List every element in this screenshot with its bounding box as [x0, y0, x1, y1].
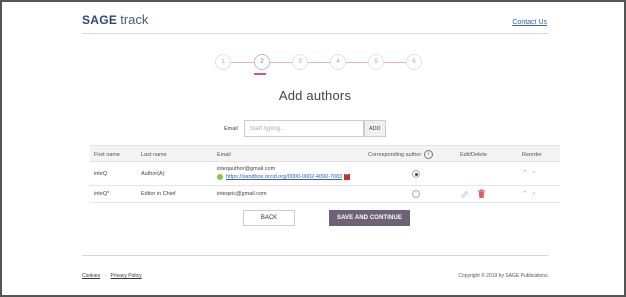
step-3[interactable]: 3 — [292, 54, 308, 70]
page-title: Add authors — [278, 88, 352, 103]
email-label: Email — [224, 125, 238, 132]
edit-icon[interactable] — [460, 190, 469, 199]
orcid-link[interactable]: https://sandbox.orcid.org/0000-0002-4090… — [226, 174, 342, 180]
step-connector — [231, 62, 254, 63]
header-corresponding-label: Corresponding author — [368, 151, 422, 158]
email-search-row: Email ADD — [224, 120, 386, 137]
cell-email: inteqeic@gmail.com — [217, 191, 267, 197]
corresponding-author-radio[interactable] — [412, 170, 420, 178]
authors-table: First name Last name Email Corresponding… — [90, 145, 560, 203]
privacy-policy-link[interactable]: Privacy Policy — [111, 273, 142, 279]
footer: Cookies · Privacy Policy Copyright © 201… — [82, 255, 549, 285]
move-down-icon[interactable]: ⌄ — [531, 188, 537, 196]
footer-links: Cookies · Privacy Policy — [82, 273, 142, 279]
logo-sage-text: SAGE — [82, 13, 118, 27]
header: SAGE track Contact Us — [82, 10, 549, 34]
header-reorder: Reorder — [522, 151, 542, 158]
step-connector — [308, 62, 330, 63]
table-row: inteQ Author(A) inteqauthor@gmail.com ht… — [90, 162, 560, 186]
step-2[interactable]: 2 — [254, 54, 270, 70]
move-up-icon[interactable]: ⌃ — [522, 190, 528, 198]
table-header: First name Last name Email Corresponding… — [90, 145, 560, 162]
table-row: inteQ* Editor in Chief inteqeic@gmail.co… — [90, 186, 560, 203]
active-step-indicator — [254, 73, 266, 75]
header-edit-delete: Edit/Delete — [460, 151, 487, 158]
move-down-icon[interactable]: ⌄ — [531, 167, 537, 175]
logo-track-text: track — [120, 12, 149, 27]
header-last-name: Last name — [141, 151, 167, 158]
progress-stepper: 1 2 3 4 5 6 — [215, 54, 422, 75]
cell-last-name: Author(A) — [141, 171, 165, 177]
orcid-row: https://sandbox.orcid.org/0000-0002-4090… — [217, 172, 351, 180]
email-search-input[interactable] — [243, 120, 364, 137]
header-first-name: First name — [94, 151, 120, 158]
cell-last-name: Editor in Chief — [141, 191, 176, 197]
move-up-icon[interactable]: ⌃ — [522, 169, 528, 177]
step-6[interactable]: 6 — [406, 54, 422, 70]
back-button[interactable]: BACK — [243, 210, 295, 226]
cell-email: inteqauthor@gmail.com — [217, 166, 276, 172]
cell-first-name: inteQ* — [94, 191, 110, 197]
footer-separator: · — [104, 273, 107, 279]
copyright-text: Copyright © 2019 by SAGE Publications. — [458, 273, 549, 279]
orcid-icon — [217, 174, 223, 180]
step-connector — [270, 62, 292, 63]
step-4[interactable]: 4 — [330, 54, 346, 70]
save-and-continue-button[interactable]: SAVE AND CONTINUE — [329, 210, 410, 226]
page-frame: SAGE track Contact Us 1 2 3 4 5 6 Add au… — [0, 0, 626, 297]
delete-icon[interactable] — [477, 189, 486, 199]
step-1[interactable]: 1 — [215, 54, 231, 70]
contact-us-link[interactable]: Contact Us — [512, 19, 547, 26]
step-connector — [384, 62, 406, 63]
remove-orcid-icon[interactable] — [344, 172, 351, 180]
step-connector — [346, 62, 368, 63]
sage-track-logo[interactable]: SAGE track — [82, 12, 148, 27]
header-email: Email — [217, 151, 231, 158]
step-5[interactable]: 5 — [368, 54, 384, 70]
add-author-button[interactable]: ADD — [363, 120, 386, 137]
cookies-link[interactable]: Cookies — [82, 273, 100, 279]
info-icon[interactable]: i — [424, 150, 434, 159]
corresponding-author-radio[interactable] — [412, 190, 420, 198]
cell-first-name: inteQ — [94, 171, 108, 177]
header-corresponding-author: Corresponding author i — [368, 146, 434, 163]
